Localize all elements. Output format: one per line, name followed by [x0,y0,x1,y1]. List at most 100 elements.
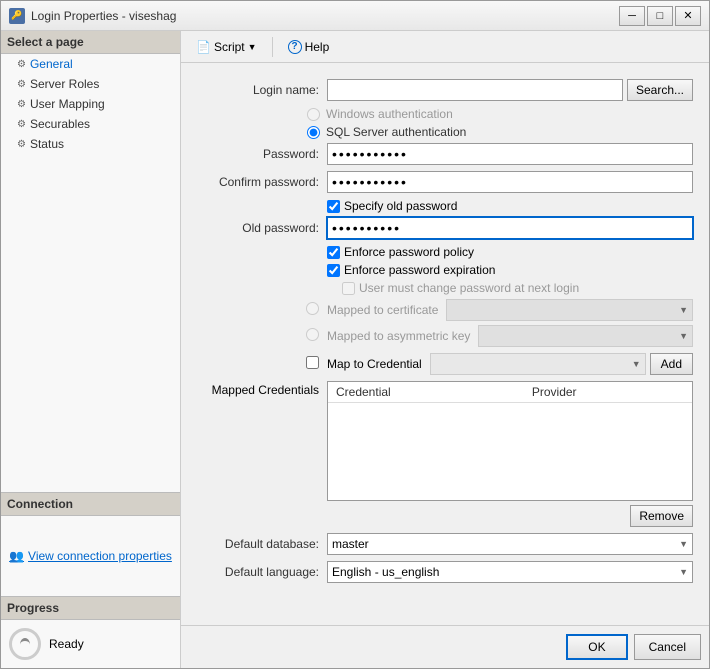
confirm-password-input[interactable] [327,171,693,193]
form-area: Login name: Search... Windows authentica… [181,63,709,625]
mapped-asymmetric-dropdown[interactable]: ▼ [478,325,693,347]
map-credential-row: Map to Credential ▼ Add [197,353,693,375]
sidebar-item-user-mapping[interactable]: ⚙ User Mapping [1,94,180,114]
sql-auth-radio[interactable] [307,126,320,139]
sidebar-item-securables[interactable]: ⚙ Securables [1,114,180,134]
enforce-expiration-row: Enforce password expiration [197,263,693,277]
progress-section-header: Progress [1,596,180,620]
old-password-row: Old password: [197,217,693,239]
password-label: Password: [197,147,327,161]
default-database-label: Default database: [197,537,327,551]
view-connection-link[interactable]: 👥 View connection properties [9,549,172,563]
credential-col-header: Credential [328,382,524,403]
sidebar-item-status[interactable]: ⚙ Status [1,134,180,154]
mapped-certificate-arrow: ▼ [679,305,688,315]
mapped-asymmetric-radio[interactable] [306,328,319,341]
cancel-button[interactable]: Cancel [634,634,701,660]
default-database-row: Default database: master ▼ [197,533,693,555]
default-database-value: master [332,537,369,551]
connection-content: 👥 View connection properties [1,516,180,596]
old-password-input[interactable] [327,217,693,239]
select-page-label: Select a page [7,35,84,49]
connection-label: Connection [7,497,73,511]
window-controls: ─ □ ✕ [619,6,701,26]
map-credential-dropdown[interactable]: ▼ [430,353,646,375]
login-name-input[interactable] [327,79,623,101]
ready-label: Ready [49,637,84,651]
enforce-policy-checkbox[interactable] [327,246,340,259]
sql-auth-label: SQL Server authentication [326,125,466,139]
securables-icon: ⚙ [17,119,26,130]
main-content: Select a page ⚙ General ⚙ Server Roles ⚙… [1,31,709,668]
password-row: Password: [197,143,693,165]
script-button[interactable]: 📄 Script ▼ [189,37,264,57]
password-input[interactable] [327,143,693,165]
specify-old-password-row: Specify old password [197,199,693,213]
mapped-certificate-radio[interactable] [306,302,319,315]
add-button[interactable]: Add [650,353,693,375]
script-icon: 📄 [196,40,211,54]
default-language-arrow: ▼ [679,567,688,577]
connection-section-header: Connection [1,492,180,516]
specify-old-password-checkbox[interactable] [327,200,340,213]
user-must-change-checkbox[interactable] [342,282,355,295]
sidebar-item-user-mapping-label: User Mapping [30,97,105,111]
mapped-certificate-label: Mapped to certificate [327,303,438,317]
ok-button[interactable]: OK [566,634,627,660]
sidebar-item-server-roles[interactable]: ⚙ Server Roles [1,74,180,94]
sidebar-item-securables-label: Securables [30,117,90,131]
default-database-arrow: ▼ [679,539,688,549]
title-bar-left: 🔑 Login Properties - viseshag [9,8,176,24]
enforce-policy-label: Enforce password policy [344,245,474,259]
toolbar-separator [272,37,273,57]
sidebar-item-general-label: General [30,57,73,71]
progress-content: Ready [1,620,180,668]
user-must-change-row: User must change password at next login [197,281,693,295]
close-button[interactable]: ✕ [675,6,701,26]
search-button[interactable]: Search... [627,79,693,101]
remove-button[interactable]: Remove [630,505,693,527]
mapped-certificate-dropdown[interactable]: ▼ [446,299,693,321]
enforce-expiration-checkbox[interactable] [327,264,340,277]
connection-link-icon: 👥 [9,549,24,563]
help-label: Help [305,40,330,54]
app-icon: 🔑 [9,8,25,24]
old-password-label: Old password: [197,221,327,235]
default-language-row: Default language: English - us_english ▼ [197,561,693,583]
status-icon: ⚙ [17,139,26,150]
minimize-button[interactable]: ─ [619,6,645,26]
default-language-value: English - us_english [332,565,439,579]
progress-spinner [9,628,41,660]
default-language-dropdown[interactable]: English - us_english ▼ [327,561,693,583]
mapped-credentials-label: Mapped Credentials [197,381,327,397]
credentials-table-wrap: Credential Provider [327,381,693,501]
maximize-button[interactable]: □ [647,6,673,26]
script-label: Script [214,40,245,54]
credentials-area: Credential Provider Remove [327,381,693,527]
toolbar: 📄 Script ▼ ? Help [181,31,709,63]
mapped-certificate-radio-wrap [197,302,327,318]
enforce-policy-row: Enforce password policy [197,245,693,259]
sidebar-item-general[interactable]: ⚙ General [1,54,180,74]
sidebar-item-status-label: Status [30,137,64,151]
mapped-asymmetric-row: Mapped to asymmetric key ▼ [197,325,693,347]
bottom-buttons: OK Cancel [181,625,709,668]
default-database-dropdown[interactable]: master ▼ [327,533,693,555]
login-name-label: Login name: [197,83,327,97]
windows-auth-row: Windows authentication [197,107,693,121]
sidebar-spacer [1,154,180,492]
user-mapping-icon: ⚙ [17,99,26,110]
main-window: 🔑 Login Properties - viseshag ─ □ ✕ Sele… [0,0,710,669]
help-button[interactable]: ? Help [281,37,337,57]
progress-label: Progress [7,601,59,615]
mapped-certificate-row: Mapped to certificate ▼ [197,299,693,321]
title-bar: 🔑 Login Properties - viseshag ─ □ ✕ [1,1,709,31]
credentials-table: Credential Provider [328,382,692,403]
map-credential-checkbox[interactable] [306,356,319,369]
script-dropdown-arrow: ▼ [248,42,257,52]
default-language-label: Default language: [197,565,327,579]
sidebar: Select a page ⚙ General ⚙ Server Roles ⚙… [1,31,181,668]
mapped-asymmetric-arrow: ▼ [679,331,688,341]
mapped-asymmetric-label: Mapped to asymmetric key [327,329,470,343]
windows-auth-radio[interactable] [307,108,320,121]
